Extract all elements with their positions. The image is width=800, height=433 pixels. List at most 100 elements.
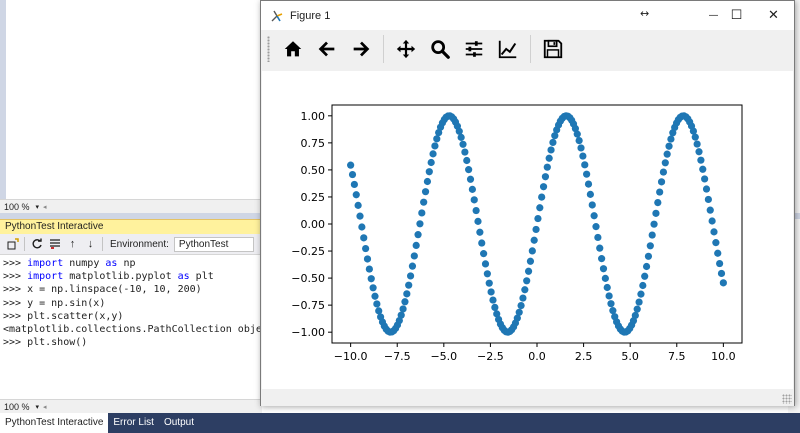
scatter-point xyxy=(710,228,718,236)
tab-error-list[interactable]: Error List xyxy=(108,413,159,433)
scroll-left-icon[interactable]: ◂ xyxy=(43,203,47,211)
scatter-point xyxy=(519,294,527,302)
scatter-point xyxy=(418,209,426,217)
toolbar-separator xyxy=(102,237,103,251)
console-keyword: as xyxy=(105,258,118,269)
scatter-point xyxy=(412,241,420,250)
editor-zoom-bar: 100 % ▾ ◂ xyxy=(0,199,262,213)
scatter-point xyxy=(521,286,529,294)
scatter-point xyxy=(586,190,594,198)
scatter-point xyxy=(603,283,611,292)
scroll-left-icon[interactable]: ◂ xyxy=(43,403,47,411)
toolbar-grip[interactable] xyxy=(267,36,270,62)
figure-window: Figure 1 ↔ — ☐ ✕ −10.0 −7.5 −5.0 −2.5 0.… xyxy=(260,0,795,406)
scatter-point xyxy=(592,223,600,231)
scatter-point xyxy=(541,173,550,181)
history-up-icon[interactable]: ↑ xyxy=(66,237,79,251)
scatter-point xyxy=(641,272,649,280)
scatter-point xyxy=(599,265,608,273)
zoom-level[interactable]: 100 % xyxy=(4,402,30,412)
scatter-point xyxy=(356,212,364,220)
console-keyword: as xyxy=(177,271,190,283)
scatter-point xyxy=(489,296,497,304)
scatter-point xyxy=(663,150,671,158)
console-text: >>> x = np.linspace(-10, 10, 200) xyxy=(3,284,202,296)
y-tick-label: 0.50 xyxy=(301,164,326,177)
close-button[interactable]: ✕ xyxy=(751,1,796,30)
tab-output[interactable]: Output xyxy=(159,413,199,433)
scatter-point xyxy=(431,142,439,150)
scatter-point xyxy=(607,300,615,308)
reset-icon[interactable] xyxy=(30,237,43,251)
scatter-point xyxy=(425,168,433,176)
scatter-point xyxy=(648,231,656,239)
zoom-dropdown-icon[interactable]: ▾ xyxy=(36,403,40,411)
x-tick-label: 7.5 xyxy=(668,350,686,363)
tool-window-tabs: PythonTest Interactive Error List Output xyxy=(0,413,800,433)
tab-pythontest-interactive[interactable]: PythonTest Interactive xyxy=(0,413,109,433)
configure-subplots-button[interactable] xyxy=(457,34,491,64)
history-down-icon[interactable]: ↓ xyxy=(84,237,97,251)
scatter-point xyxy=(485,279,493,287)
scatter-point xyxy=(478,239,486,247)
scatter-point xyxy=(708,217,716,225)
scatter-point xyxy=(543,163,551,171)
environment-select[interactable]: PythonTest xyxy=(173,236,254,252)
save-button[interactable] xyxy=(536,34,570,64)
home-icon xyxy=(284,41,302,57)
scatter-point xyxy=(704,195,712,204)
back-button[interactable] xyxy=(310,34,344,64)
scatter-point xyxy=(594,233,602,242)
x-tick-label: −5.0 xyxy=(430,350,457,363)
scatter-point xyxy=(583,170,591,178)
scatter-point xyxy=(545,154,553,162)
zoom-dropdown-icon[interactable]: ▾ xyxy=(36,203,40,211)
scatter-point xyxy=(538,193,546,201)
scatter-point xyxy=(371,292,379,300)
resize-grip[interactable] xyxy=(782,394,792,404)
scatter-plot[interactable]: −10.0 −7.5 −5.0 −2.5 0.0 2.5 5.0 7.5 10.0 −1.00−… xyxy=(262,71,793,389)
scatter-point xyxy=(457,133,465,141)
console-text: >>> plt.scatter(x,y) xyxy=(3,310,124,322)
home-button[interactable] xyxy=(276,34,310,64)
scatter-point xyxy=(528,247,536,255)
scatter-point xyxy=(719,279,727,287)
y-tick-label: 0.75 xyxy=(301,137,326,150)
scatter-point xyxy=(701,175,709,183)
zoom-level[interactable]: 100 % xyxy=(4,202,30,212)
scatter-point xyxy=(350,180,358,189)
x-tick-label: −10.0 xyxy=(334,350,368,363)
scatter-point xyxy=(646,242,654,250)
scatter-point xyxy=(429,150,437,158)
zoom-button[interactable] xyxy=(423,34,457,64)
insert-icon[interactable] xyxy=(6,237,19,251)
edit-axis-button[interactable] xyxy=(491,34,525,64)
scatter-point xyxy=(530,236,538,244)
scatter-point xyxy=(401,298,409,306)
console-text: >>> plt.show() xyxy=(3,337,88,349)
scatter-point xyxy=(693,140,701,148)
scatter-point xyxy=(699,165,707,173)
scatter-point xyxy=(575,137,583,145)
pan-button[interactable] xyxy=(389,34,423,64)
console-zoom-bar: 100 % ▾ ◂ xyxy=(0,399,262,413)
x-tick-label: 0.0 xyxy=(528,350,546,363)
environment-label: Environment: xyxy=(110,238,169,250)
scatter-point xyxy=(639,281,647,290)
figure-canvas[interactable]: −10.0 −7.5 −5.0 −2.5 0.0 2.5 5.0 7.5 10.0 −1.00−… xyxy=(262,71,793,389)
forward-button[interactable] xyxy=(344,34,378,64)
scatter-point xyxy=(717,269,726,278)
scatter-point xyxy=(474,217,482,225)
console-text: np xyxy=(117,258,136,269)
history-list-icon[interactable] xyxy=(48,237,61,251)
scatter-point xyxy=(577,144,585,152)
y-tick-label: 0.25 xyxy=(301,191,326,204)
y-tick-label: −0.50 xyxy=(291,272,325,285)
window-titlebar[interactable]: Figure 1 ↔ — ☐ ✕ xyxy=(261,1,794,30)
scatter-point xyxy=(523,277,531,285)
scatter-point xyxy=(691,133,699,141)
scatter-point xyxy=(526,257,535,265)
console-text: <matplotlib.collections.PathCollection o… xyxy=(3,324,262,336)
scatter-point xyxy=(369,284,377,292)
scatter-point xyxy=(644,252,653,260)
